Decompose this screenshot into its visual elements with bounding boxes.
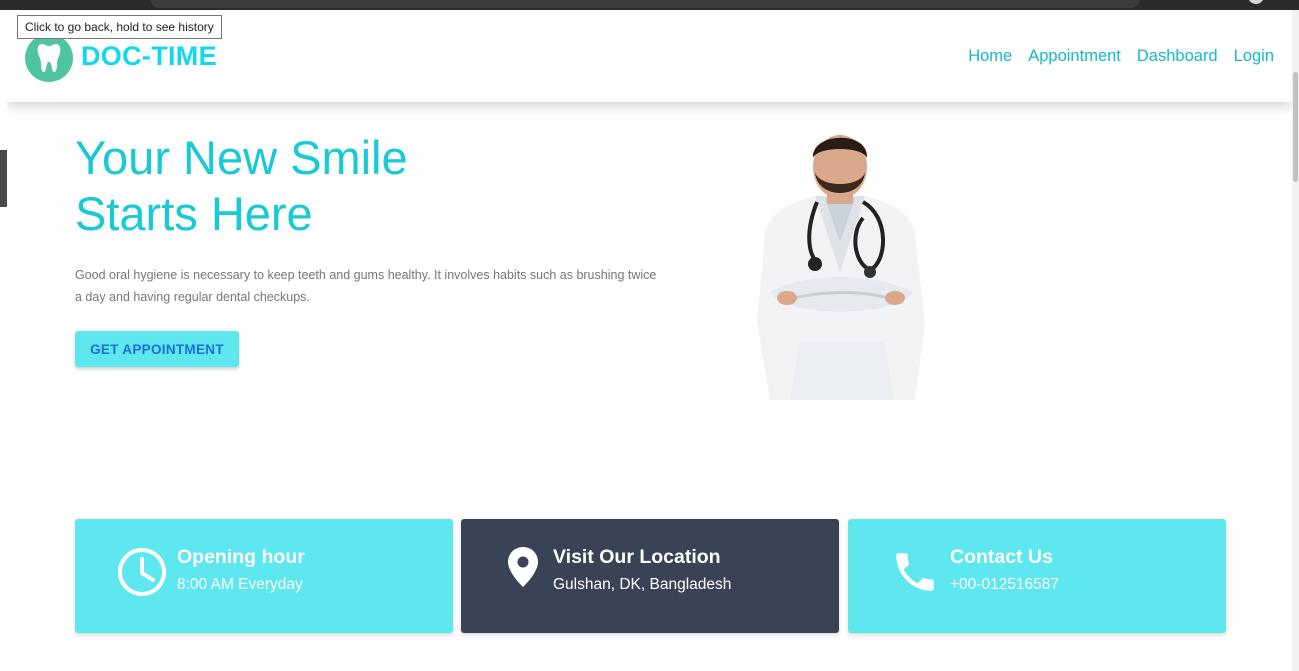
tooth-icon[interactable] [25,34,73,82]
hero-description: Good oral hygiene is necessary to keep t… [75,268,657,304]
doctor-image [757,135,925,400]
brand-name[interactable]: DOC-TIME [81,41,217,72]
nav-menu: Home Appointment Dashboard Login [968,47,1274,66]
nav-dashboard[interactable]: Dashboard [1137,47,1218,66]
hero-title: Your New Smile Starts Here [75,130,408,242]
clock-icon [118,548,166,596]
card-subtitle: Gulshan, DK, Bangladesh [553,576,732,593]
location-card: Visit Our Location Gulshan, DK, Banglade… [461,519,839,633]
address-bar[interactable] [150,0,1140,8]
hero-title-line1: Your New Smile [75,131,408,184]
profile-icon[interactable] [1248,0,1264,4]
hero-title-line2: Starts Here [75,187,313,240]
back-button-tooltip: Click to go back, hold to see history [17,15,222,39]
window-edge [0,10,7,671]
page-viewport: DOC-TIME Home Appointment Dashboard Logi… [7,10,1292,671]
browser-toolbar [0,0,1299,10]
nav-home[interactable]: Home [968,47,1012,66]
scrollbar[interactable] [1292,10,1299,671]
scrollbar-thumb[interactable] [1293,72,1298,182]
phone-icon [896,553,934,591]
card-title: Contact Us [950,546,1053,568]
location-pin-icon [508,547,538,587]
opening-hour-card: Opening hour 8:00 AM Everyday [75,519,453,633]
nav-login[interactable]: Login [1234,47,1274,66]
card-title: Opening hour [177,546,305,568]
contact-card: Contact Us +00-012516587 [848,519,1226,633]
get-appointment-button[interactable]: GET APPOINTMENT [75,331,239,367]
card-subtitle: 8:00 AM Everyday [177,576,303,593]
nav-appointment[interactable]: Appointment [1028,47,1121,66]
card-title: Visit Our Location [553,546,721,568]
card-subtitle: +00-012516587 [950,576,1060,593]
